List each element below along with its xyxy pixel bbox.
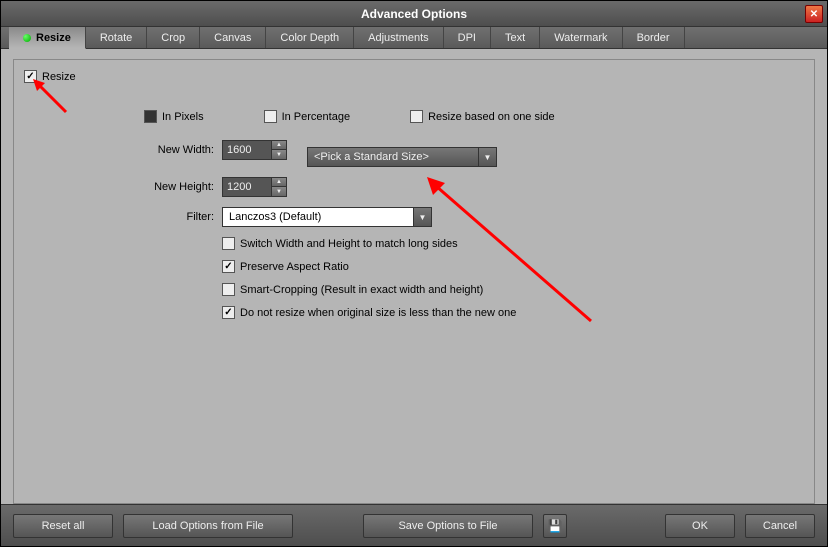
titlebar: Advanced Options ✕: [1, 1, 827, 27]
filter-dropdown[interactable]: Lanczos3 (Default) ▼: [222, 207, 432, 227]
chevron-up-icon: ▲: [272, 178, 286, 187]
width-spinner[interactable]: ▲▼: [271, 140, 287, 160]
window-title: Advanced Options: [361, 7, 467, 21]
chevron-up-icon: ▲: [272, 141, 286, 150]
filter-row: Filter: Lanczos3 (Default) ▼: [144, 207, 615, 227]
preserve-aspect-row: Preserve Aspect Ratio: [222, 260, 615, 273]
no-upscale-row: Do not resize when original size is less…: [222, 306, 615, 319]
switch-sides-checkbox[interactable]: [222, 237, 235, 250]
load-options-button[interactable]: Load Options from File: [123, 514, 293, 538]
tab-border[interactable]: Border: [623, 27, 685, 48]
mode-row: In Pixels In Percentage Resize based on …: [144, 110, 615, 123]
cancel-button[interactable]: Cancel: [745, 514, 815, 538]
save-options-button[interactable]: Save Options to File: [363, 514, 533, 538]
reset-all-button[interactable]: Reset all: [13, 514, 113, 538]
filter-label: Filter:: [144, 211, 214, 223]
footer: Reset all Load Options from File Save Op…: [1, 504, 827, 546]
ok-button[interactable]: OK: [665, 514, 735, 538]
resize-enable-label: Resize: [42, 71, 76, 83]
tab-adjustments[interactable]: Adjustments: [354, 27, 444, 48]
save-target-icon[interactable]: 💾: [543, 514, 567, 538]
chevron-down-icon: ▼: [478, 148, 496, 166]
preserve-aspect-checkbox[interactable]: [222, 260, 235, 273]
tab-resize[interactable]: Resize: [9, 27, 86, 49]
chevron-down-icon: ▼: [272, 187, 286, 196]
tab-watermark[interactable]: Watermark: [540, 27, 622, 48]
standard-size-dropdown[interactable]: <Pick a Standard Size> ▼: [307, 147, 497, 167]
tab-crop[interactable]: Crop: [147, 27, 200, 48]
close-icon[interactable]: ✕: [805, 5, 823, 23]
mode-percentage-radio[interactable]: [264, 110, 277, 123]
active-dot-icon: [23, 34, 31, 42]
height-spinner[interactable]: ▲▼: [271, 177, 287, 197]
tab-rotate[interactable]: Rotate: [86, 27, 147, 48]
width-row: New Width: ▲▼ <Pick a Standard Size> ▼: [144, 133, 615, 167]
new-height-input[interactable]: [222, 177, 272, 197]
smart-crop-checkbox[interactable]: [222, 283, 235, 296]
advanced-options-window: Advanced Options ✕ Resize Rotate Crop Ca…: [0, 0, 828, 547]
resize-enable-checkbox[interactable]: [24, 70, 37, 83]
new-width-label: New Width:: [144, 144, 214, 156]
mode-pixels-radio[interactable]: [144, 110, 157, 123]
content-pane: Resize In Pixels In Percentage Resize ba…: [13, 59, 815, 504]
chevron-down-icon: ▼: [272, 150, 286, 159]
height-row: New Height: ▲▼: [144, 177, 615, 197]
tab-canvas[interactable]: Canvas: [200, 27, 266, 48]
tab-text[interactable]: Text: [491, 27, 540, 48]
resize-enable-row: Resize: [24, 70, 76, 83]
chevron-down-icon: ▼: [413, 208, 431, 226]
tabbar: Resize Rotate Crop Canvas Color Depth Ad…: [1, 27, 827, 49]
tab-color-depth[interactable]: Color Depth: [266, 27, 354, 48]
mode-pixels[interactable]: In Pixels: [144, 110, 204, 123]
mode-percentage[interactable]: In Percentage: [264, 110, 351, 123]
tab-dpi[interactable]: DPI: [444, 27, 491, 48]
no-upscale-checkbox[interactable]: [222, 306, 235, 319]
mode-one-side-radio[interactable]: [410, 110, 423, 123]
mode-one-side[interactable]: Resize based on one side: [410, 110, 555, 123]
switch-sides-row: Switch Width and Height to match long si…: [222, 237, 615, 250]
smart-crop-row: Smart-Cropping (Result in exact width an…: [222, 283, 615, 296]
resize-form: In Pixels In Percentage Resize based on …: [144, 110, 615, 329]
new-height-label: New Height:: [144, 181, 214, 193]
new-width-input[interactable]: [222, 140, 272, 160]
